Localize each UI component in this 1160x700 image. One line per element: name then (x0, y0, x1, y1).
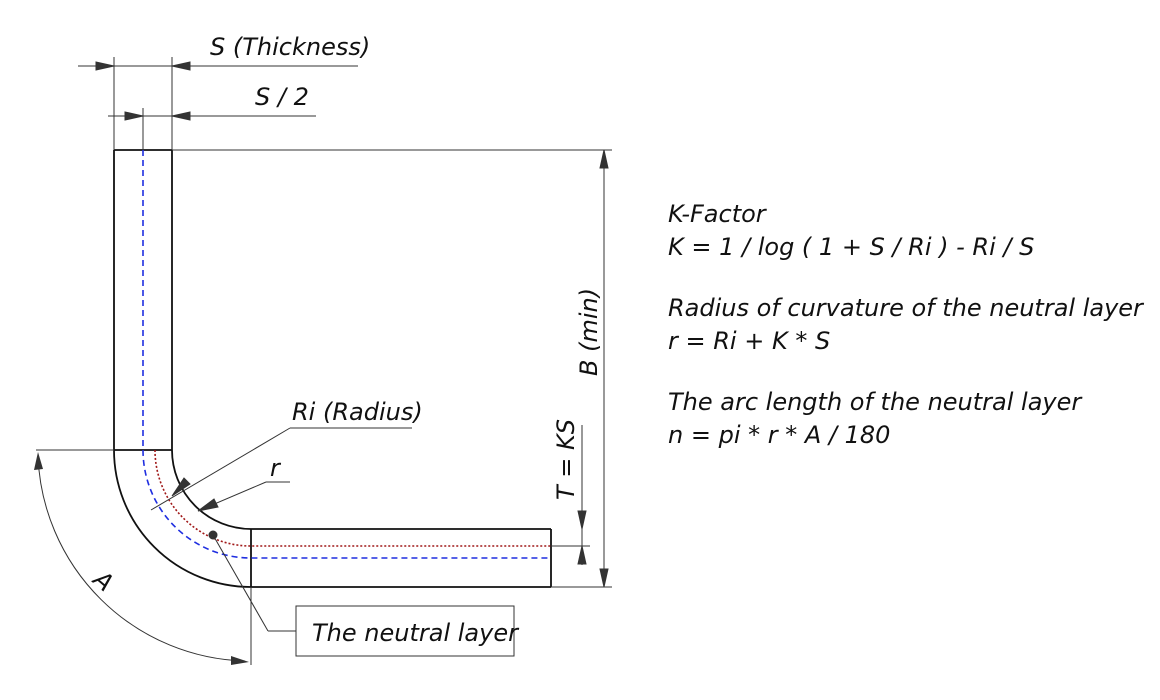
half-thickness-dimension (108, 108, 316, 150)
angle-dimension (36, 449, 252, 665)
arc-length-title: The arc length of the neutral layer (668, 388, 1082, 416)
r-leader (197, 481, 290, 512)
bend-inner-arc (171, 449, 252, 530)
k-factor-title: K-Factor (668, 200, 766, 228)
radius-label: Ri (Radius) (292, 398, 423, 426)
k-factor-expression: K = 1 / log ( 1 + S / Ri ) - Ri / S (668, 233, 1035, 261)
radius-expression: r = Ri + K * S (668, 327, 831, 355)
angle-arrowheads (34, 452, 249, 665)
b-min-dimension (172, 149, 612, 588)
k-factor-block: K-Factor K = 1 / log ( 1 + S / Ri ) - Ri… (668, 198, 1148, 264)
sheet-outline (113, 149, 552, 588)
angle-label: A (87, 564, 119, 597)
half-thickness-line (142, 150, 551, 559)
half-thickness-label: S / 2 (255, 83, 309, 111)
formula-panel: K-Factor K = 1 / log ( 1 + S / Ri ) - Ri… (668, 198, 1148, 480)
b-min-label: B (min) (575, 288, 603, 376)
arc-length-block: The arc length of the neutral layer n = … (668, 386, 1148, 452)
thickness-dimension (78, 57, 358, 150)
radius-block: Radius of curvature of the neutral layer… (668, 292, 1148, 358)
radius-title: Radius of curvature of the neutral layer (668, 294, 1143, 322)
t-ks-label: T = KS (552, 419, 580, 500)
r-label: r (270, 454, 282, 482)
radius-leader (150, 427, 412, 511)
neutral-layer-label: The neutral layer (312, 619, 520, 647)
thickness-label: S (Thickness) (210, 33, 370, 61)
arc-length-expression: n = pi * r * A / 180 (668, 421, 891, 449)
